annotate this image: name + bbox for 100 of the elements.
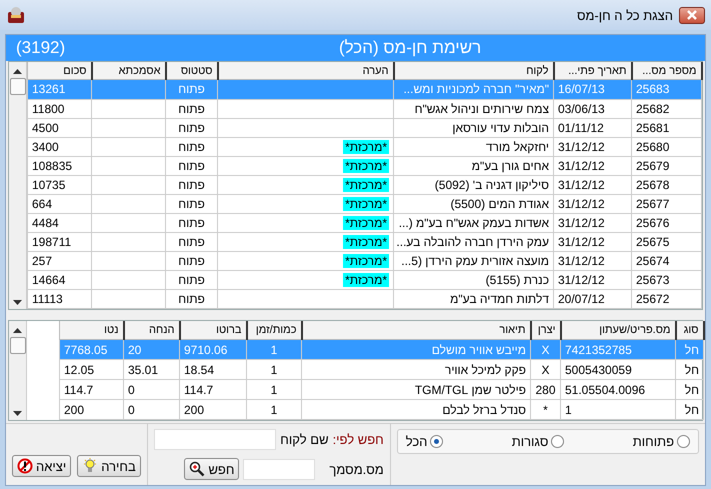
table-cell: אגודת המים (5500) — [394, 194, 554, 214]
note-tag: *מרכזת* — [343, 158, 389, 173]
column-header[interactable]: תיאור — [302, 321, 530, 340]
column-header[interactable]: סכום — [28, 62, 92, 80]
table-cell: חל — [676, 340, 704, 360]
table-cell: 31/12/12 — [554, 194, 632, 214]
scroll-up-icon[interactable] — [13, 69, 22, 74]
magnifier-icon — [189, 461, 206, 477]
scroll-thumb[interactable] — [10, 78, 26, 96]
vertical-scrollbar[interactable] — [9, 62, 27, 310]
table-cell: 25676 — [632, 213, 702, 233]
table-cell: 280 — [530, 380, 560, 400]
table-cell: 25683 — [632, 80, 702, 99]
table-cell: מייבש אוויר מושלם — [302, 340, 530, 360]
column-header[interactable]: כמות/זמן — [246, 321, 302, 340]
table-cell: פתוח — [166, 156, 218, 176]
column-header[interactable]: אסמכתא — [92, 62, 166, 80]
table-cell: 25672 — [632, 290, 702, 309]
prohibition-icon — [17, 458, 33, 474]
column-header[interactable]: סוג — [676, 321, 704, 340]
scroll-up-icon[interactable] — [13, 328, 22, 334]
table-cell: 31/12/12 — [554, 156, 632, 176]
table-cell: 7768.05 — [60, 340, 124, 360]
table-cell: 31/12/12 — [554, 270, 632, 290]
table-cell: אחים גורן בע"מ — [394, 156, 554, 176]
table-cell: 25682 — [632, 99, 702, 118]
field-label: שם לקוח — [280, 432, 329, 447]
close-button[interactable] — [679, 6, 705, 24]
column-header[interactable]: מס.פריט/שעתון — [560, 321, 676, 340]
column-header[interactable]: נטו — [60, 321, 124, 340]
table-cell: צמח שירותים וניהול אגש"ח — [394, 99, 554, 118]
column-header[interactable]: הנחה — [124, 321, 180, 340]
table-cell: 1 — [560, 400, 676, 420]
table-cell: 1 — [246, 380, 302, 400]
vertical-scrollbar[interactable] — [9, 321, 27, 420]
filter-radio[interactable]: פתוחות — [632, 434, 690, 449]
record-count: (3192) — [16, 38, 66, 58]
table-cell: מועצה אזורית עמק הירדן (5... — [394, 252, 554, 271]
table-cell: פקק למיכל אוויר — [302, 360, 530, 380]
column-header[interactable]: תאריך פתי... — [554, 62, 632, 80]
table-cell: אשדות בעמק אגש"ח בע"מ (... — [394, 213, 554, 233]
table-cell: 25675 — [632, 232, 702, 252]
table-cell: 25681 — [632, 118, 702, 138]
table-cell: פתוח — [166, 232, 218, 252]
table-cell: 01/11/12 — [554, 118, 632, 138]
search-button[interactable]: חפש — [184, 458, 240, 480]
table-cell: 7421352785 — [560, 340, 676, 360]
table-cell: הובלות עדוי עורסאן — [394, 118, 554, 138]
note-tag: *מרכזת* — [343, 178, 389, 192]
table-cell: פתוח — [166, 99, 218, 118]
column-header[interactable]: לקוח — [394, 62, 554, 80]
table-cell: X — [530, 340, 560, 360]
filter-radio[interactable]: הכל — [406, 434, 444, 449]
table-cell: 25677 — [632, 194, 702, 214]
table-cell: סנדל ברזל לבלם — [302, 400, 530, 420]
choose-button[interactable]: בחירה — [77, 455, 141, 477]
table-cell: 0 — [124, 400, 180, 420]
table-cell: כנרת (5155) — [394, 270, 554, 290]
table-cell: 13261 — [28, 80, 92, 99]
table-cell: פתוח — [166, 194, 218, 214]
customer-name-field[interactable] — [154, 429, 276, 450]
filter-radio[interactable]: סגורות — [512, 434, 564, 449]
table-cell: פתוח — [166, 80, 218, 99]
close-icon — [686, 10, 698, 20]
table-cell: 1 — [246, 360, 302, 380]
table-cell: 1 — [246, 340, 302, 360]
scroll-down-icon[interactable] — [13, 300, 22, 306]
table-cell: 18.54 — [180, 360, 246, 380]
table-cell: פתוח — [166, 270, 218, 290]
table-cell: חל — [676, 400, 704, 420]
exit-button[interactable]: יציאה — [12, 455, 72, 477]
column-header[interactable]: הערה — [218, 62, 394, 80]
note-tag: *מרכזת* — [343, 254, 389, 268]
table-cell: 31/12/12 — [554, 213, 632, 233]
table-cell: 31/12/12 — [554, 232, 632, 252]
table-cell: פתוח — [166, 252, 218, 271]
table-cell: פתוח — [166, 213, 218, 233]
table-cell: דלתות חמדיה בע"מ — [394, 290, 554, 309]
column-header[interactable]: מספר מס... — [632, 62, 702, 80]
table-cell: 25673 — [632, 270, 702, 290]
column-header[interactable]: סטטוס — [166, 62, 218, 80]
table-cell: 1 — [246, 400, 302, 420]
search-by-label: חפש לפי: — [332, 432, 384, 447]
table-cell: "מאיר" חברה למכוניות ומש... — [394, 80, 554, 99]
scroll-down-icon[interactable] — [13, 411, 22, 416]
note-tag: *מרכזת* — [343, 235, 389, 250]
note-tag: *מרכזת* — [343, 196, 389, 211]
column-header[interactable]: ברוטו — [180, 321, 246, 340]
table-cell: 5005430059 — [560, 360, 676, 380]
column-header[interactable]: יצרן — [530, 321, 560, 340]
field-label: מס.מסמך — [329, 462, 384, 476]
table-cell: 25680 — [632, 137, 702, 156]
table-cell: 35.01 — [124, 360, 180, 380]
table-cell: פתוח — [166, 118, 218, 138]
table-cell: יחזקאל מורד — [394, 137, 554, 156]
table-cell: 9710.06 — [180, 340, 246, 360]
scroll-thumb[interactable] — [10, 337, 26, 354]
table-cell: 0 — [124, 380, 180, 400]
table-cell: X — [530, 360, 560, 380]
document-number-field[interactable] — [243, 458, 316, 480]
